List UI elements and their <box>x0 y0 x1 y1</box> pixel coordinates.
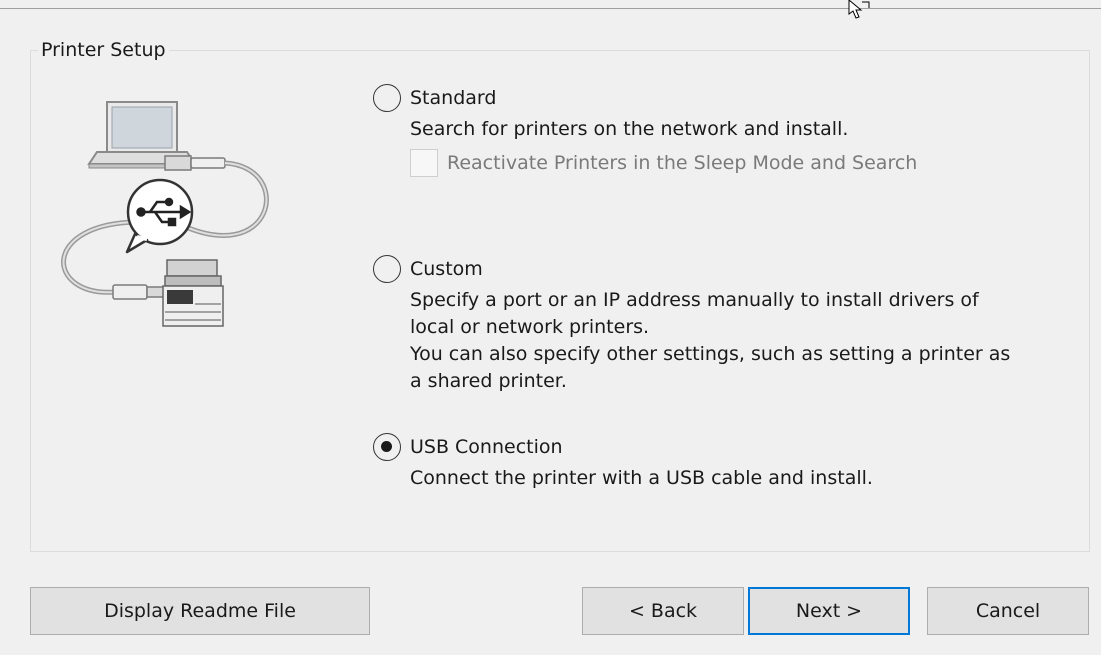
custom-radio[interactable] <box>373 255 401 283</box>
cancel-button[interactable]: Cancel <box>927 587 1089 635</box>
custom-description-line: Specify a port or an IP address manually… <box>410 289 979 311</box>
usb-connection-description: Connect the printer with a USB cable and… <box>410 465 1090 492</box>
laptop-usb-printer-illustration <box>61 101 269 327</box>
custom-description-line: local or network printers. <box>410 316 650 338</box>
next-button[interactable]: Next > <box>748 587 910 635</box>
custom-description: Specify a port or an IP address manually… <box>410 287 1090 395</box>
mouse-cursor-icon <box>848 0 870 19</box>
display-readme-button[interactable]: Display Readme File <box>30 587 370 635</box>
standard-radio[interactable] <box>373 84 401 112</box>
standard-label[interactable]: Standard <box>410 84 496 112</box>
usb-connection-label[interactable]: USB Connection <box>410 433 563 461</box>
usb-connection-radio[interactable] <box>373 433 401 461</box>
standard-description-line: Search for printers on the network and i… <box>410 118 849 140</box>
reactivate-sleep-label: Reactivate Printers in the Sleep Mode an… <box>447 152 918 174</box>
back-button[interactable]: < Back <box>582 587 744 635</box>
top-divider <box>0 8 1101 9</box>
custom-description-line: You can also specify other settings, suc… <box>410 343 1011 365</box>
group-title: Printer Setup <box>38 39 169 61</box>
custom-description-line: a shared printer. <box>410 370 567 392</box>
usb-connection-description-line: Connect the printer with a USB cable and… <box>410 467 873 489</box>
reactivate-sleep-checkbox[interactable] <box>410 149 438 177</box>
custom-label[interactable]: Custom <box>410 255 483 283</box>
standard-description: Search for printers on the network and i… <box>410 116 1090 143</box>
